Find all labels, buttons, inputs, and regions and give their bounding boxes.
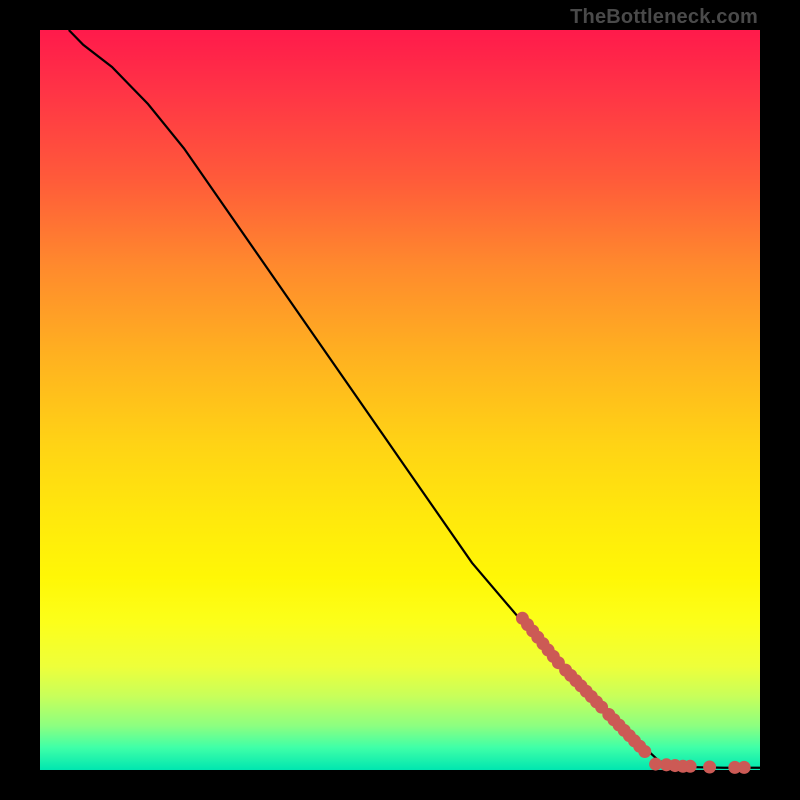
watermark-text: TheBottleneck.com [570, 6, 758, 29]
bottleneck-curve [69, 30, 760, 768]
data-point [638, 745, 651, 758]
data-points-group [516, 612, 751, 774]
data-point [684, 760, 697, 773]
data-point [738, 761, 751, 774]
data-point [703, 761, 716, 774]
chart-overlay [40, 30, 760, 770]
chart-frame: TheBottleneck.com [0, 0, 800, 800]
